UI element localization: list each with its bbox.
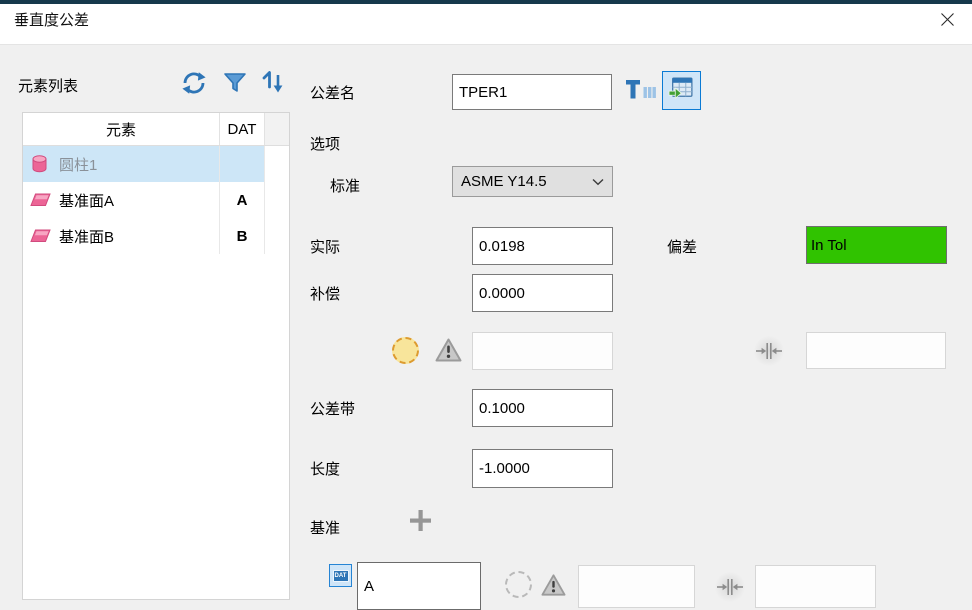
table-row-datum-plane-a[interactable]: 基准面A A	[23, 182, 289, 218]
table-row-datum-plane-b[interactable]: 基准面B B	[23, 218, 289, 254]
plus-icon	[407, 507, 434, 539]
chevron-down-icon	[592, 173, 604, 190]
close-button[interactable]	[932, 8, 962, 36]
datum-name-input[interactable]	[357, 562, 481, 610]
close-icon	[940, 12, 955, 32]
standard-label: 标准	[330, 175, 360, 196]
cylinder-icon	[30, 154, 51, 174]
deviation-status-text: In Tol	[811, 237, 847, 254]
standard-select[interactable]: ASME Y14.5	[452, 166, 613, 197]
text-label-icon	[624, 75, 658, 108]
actual-value-input[interactable]	[472, 227, 613, 265]
table-row-cylinder[interactable]: 圆柱1	[23, 146, 289, 182]
deviation-status-field: In Tol	[806, 226, 947, 264]
datum-zone-width-icon	[715, 572, 745, 602]
table-export-icon	[668, 75, 695, 107]
tolerance-band-label: 公差带	[310, 398, 355, 419]
dialog-title: 垂直度公差	[14, 0, 89, 41]
datum-zone-width-input	[755, 565, 876, 608]
tolerance-name-input[interactable]	[452, 74, 612, 110]
element-table: 元素 DAT 圆柱1 基准面A A	[22, 112, 290, 600]
datum-badge-text: DAT	[333, 570, 349, 582]
datum-section-label: 基准	[310, 517, 340, 538]
actual-label: 实际	[310, 236, 340, 257]
datum-material-condition-circle-icon[interactable]	[505, 571, 532, 598]
tolerance-band-input[interactable]	[472, 389, 613, 427]
row-label: 圆柱1	[59, 154, 97, 175]
zone-width-icon	[754, 336, 784, 366]
column-header-element[interactable]: 元素	[23, 113, 219, 145]
refresh-button[interactable]	[180, 71, 208, 99]
compensation-label: 补偿	[310, 283, 340, 304]
refresh-icon	[181, 70, 207, 101]
filter-button[interactable]	[222, 72, 248, 98]
datum-badge-icon: DAT	[329, 564, 352, 587]
element-table-header: 元素 DAT	[23, 113, 289, 146]
tolerance-name-label: 公差名	[310, 82, 355, 103]
plane-icon	[30, 226, 51, 246]
material-condition-circle-icon[interactable]	[392, 337, 419, 364]
sort-button[interactable]	[259, 70, 287, 100]
plane-icon	[30, 190, 51, 210]
warning-triangle-icon	[435, 337, 462, 368]
standard-selected-value: ASME Y14.5	[461, 173, 547, 190]
row-label: 基准面A	[59, 190, 114, 211]
row-dat-value	[219, 146, 264, 182]
zone-width-input	[806, 332, 946, 369]
column-header-dat[interactable]: DAT	[219, 113, 264, 145]
deviation-label: 偏差	[667, 236, 697, 257]
material-condition-input	[472, 332, 613, 370]
title-bar	[0, 4, 972, 45]
row-dat-value: A	[219, 182, 264, 218]
filter-icon	[223, 71, 247, 100]
add-datum-button[interactable]	[406, 509, 434, 537]
length-label: 长度	[310, 458, 340, 479]
row-dat-value: B	[219, 218, 264, 254]
row-label: 基准面B	[59, 226, 114, 247]
datum-material-condition-input	[578, 565, 695, 608]
column-header-spacer	[264, 113, 289, 145]
compensation-value-input[interactable]	[472, 274, 613, 312]
datum-warning-triangle-icon	[541, 573, 566, 602]
element-list-title: 元素列表	[18, 75, 78, 96]
sort-icon	[259, 68, 287, 103]
options-section-label: 选项	[310, 133, 340, 154]
rename-tolerance-button[interactable]	[623, 77, 659, 105]
send-to-report-button[interactable]	[662, 71, 701, 110]
length-input[interactable]	[472, 449, 613, 488]
